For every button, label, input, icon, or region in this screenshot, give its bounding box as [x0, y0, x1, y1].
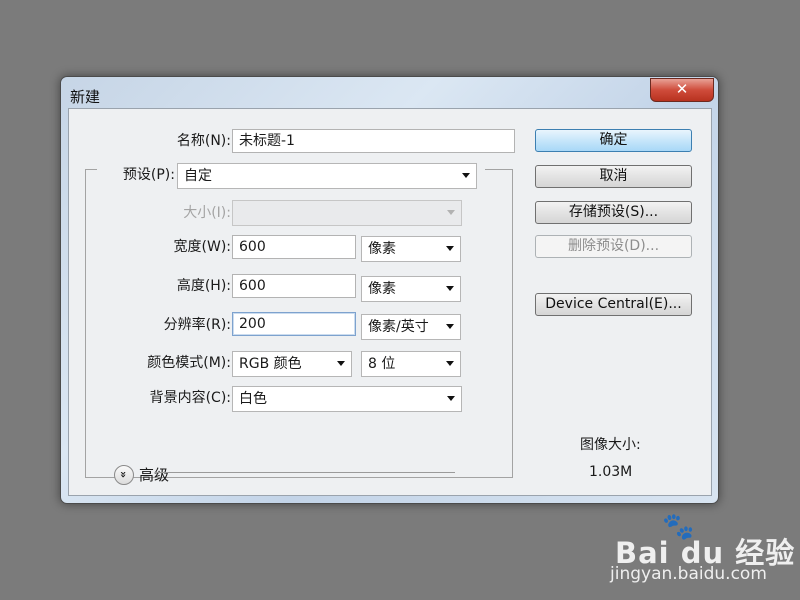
image-size-value: 1.03M: [589, 464, 633, 480]
height-unit-value: 像素: [368, 281, 396, 297]
delete-preset-button: 删除预设(D)...: [535, 235, 692, 258]
size-select: [232, 200, 462, 226]
background-value: 白色: [239, 391, 267, 407]
close-icon: ✕: [675, 80, 689, 98]
height-input[interactable]: 600: [232, 274, 356, 298]
chevron-down-icon: [447, 210, 455, 215]
dialog-content: 名称(N): 未标题-1 预设(P): 自定 大小(I): 宽度(W): 600…: [68, 108, 712, 496]
width-input[interactable]: 600: [232, 235, 356, 259]
chevron-down-icon: [446, 324, 454, 329]
chevron-down-icon: [462, 173, 470, 178]
size-label: 大小(I):: [183, 205, 231, 221]
resolution-unit-select[interactable]: 像素/英寸: [361, 314, 461, 340]
chevron-down-icon: [447, 396, 455, 401]
device-central-button[interactable]: Device Central(E)...: [535, 293, 692, 316]
chevron-down-icon: [446, 361, 454, 366]
double-chevron-down-icon[interactable]: »: [114, 465, 134, 485]
background-label: 背景内容(C):: [149, 390, 231, 406]
chevron-down-icon: [337, 361, 345, 366]
color-mode-select[interactable]: RGB 颜色: [232, 351, 352, 377]
width-unit-value: 像素: [368, 241, 396, 257]
name-label: 名称(N):: [176, 133, 231, 149]
height-unit-select[interactable]: 像素: [361, 276, 461, 302]
resolution-unit-value: 像素/英寸: [368, 319, 429, 335]
close-button[interactable]: ✕: [650, 78, 714, 102]
name-input[interactable]: 未标题-1: [232, 129, 515, 153]
resolution-input[interactable]: 200: [232, 312, 356, 336]
height-label: 高度(H):: [176, 278, 231, 294]
preset-label: 预设(P):: [122, 167, 175, 183]
chevron-down-icon: [446, 286, 454, 291]
advanced-icon-glyph: »: [117, 470, 131, 479]
advanced-divider: [155, 472, 455, 473]
ok-button[interactable]: 确定: [535, 129, 692, 152]
save-preset-button[interactable]: 存储预设(S)...: [535, 201, 692, 224]
bit-depth-value: 8 位: [368, 356, 396, 372]
bit-depth-select[interactable]: 8 位: [361, 351, 461, 377]
preset-value: 自定: [184, 168, 212, 184]
preset-select[interactable]: 自定: [177, 163, 477, 189]
dialog-title: 新建: [70, 88, 101, 106]
cancel-button[interactable]: 取消: [535, 165, 692, 188]
background-select[interactable]: 白色: [232, 386, 462, 412]
watermark-url: jingyan.baidu.com: [610, 564, 767, 584]
advanced-label[interactable]: 高级: [139, 464, 169, 485]
color-mode-value: RGB 颜色: [239, 356, 302, 372]
width-label: 宽度(W):: [173, 239, 231, 255]
new-document-dialog: 新建 ✕ 名称(N): 未标题-1 预设(P): 自定 大小(I): 宽度(W)…: [60, 76, 719, 504]
color-mode-label: 颜色模式(M):: [147, 355, 231, 371]
chevron-down-icon: [446, 246, 454, 251]
image-size-title: 图像大小:: [580, 437, 641, 453]
resolution-label: 分辨率(R):: [163, 317, 231, 333]
width-unit-select[interactable]: 像素: [361, 236, 461, 262]
